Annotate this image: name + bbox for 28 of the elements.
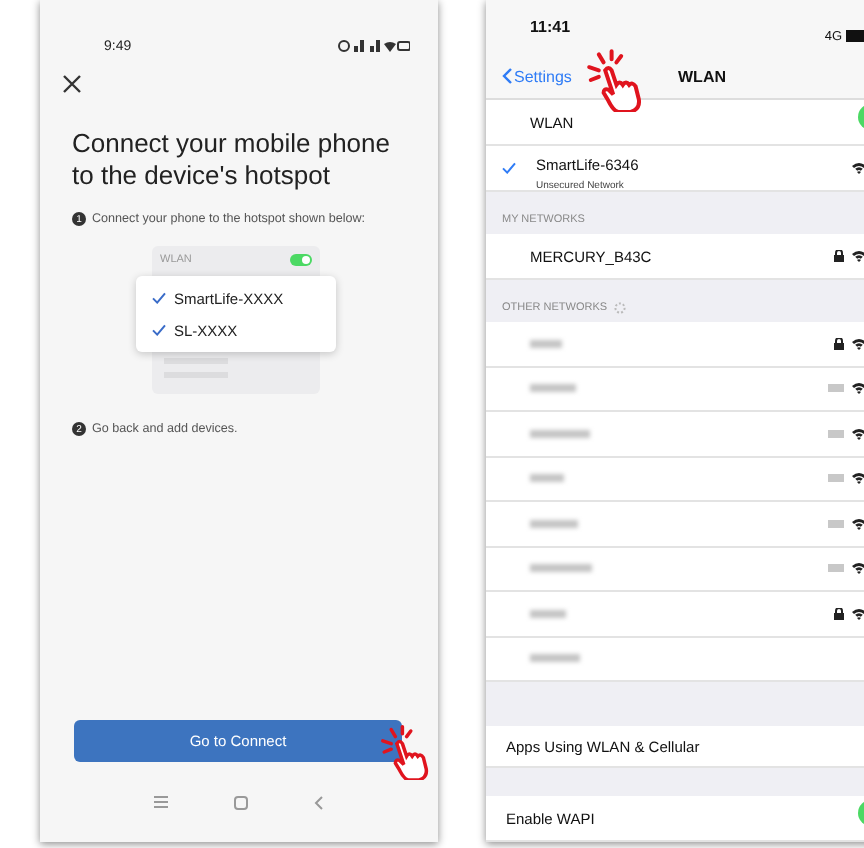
status-icons xyxy=(338,40,410,52)
loading-spinner-icon xyxy=(613,302,626,314)
home-icon[interactable] xyxy=(233,795,248,809)
back-link[interactable]: Settings xyxy=(502,67,642,85)
menu-icon[interactable] xyxy=(153,796,168,808)
wifi-icon xyxy=(852,427,864,440)
wifi-icon xyxy=(852,162,864,174)
blurred-network-name xyxy=(530,474,564,483)
wifi-icon xyxy=(852,337,864,350)
blurred-network-name xyxy=(530,609,566,618)
wifi-icon xyxy=(852,472,864,485)
close-button[interactable] xyxy=(60,72,84,96)
back-icon[interactable] xyxy=(314,795,325,809)
blurred-network-name xyxy=(530,564,592,573)
chevron-left-icon xyxy=(502,68,512,84)
status-time: 11:41 xyxy=(530,18,571,40)
wifi-icon xyxy=(852,382,864,395)
blurred-network-name xyxy=(530,519,578,528)
wifi-icon xyxy=(852,250,864,262)
nav-title: WLAN xyxy=(678,67,726,85)
blurred-network-name xyxy=(530,654,580,663)
blurred-network-name xyxy=(530,339,562,348)
wifi-icon xyxy=(852,607,864,620)
wifi-icon xyxy=(852,517,864,530)
blurred-network-name xyxy=(530,384,576,393)
page-title: Connect your mobile phone to the device's hotspot xyxy=(72,128,392,192)
wifi-icon xyxy=(852,562,864,575)
blurred-network-name xyxy=(530,429,590,438)
